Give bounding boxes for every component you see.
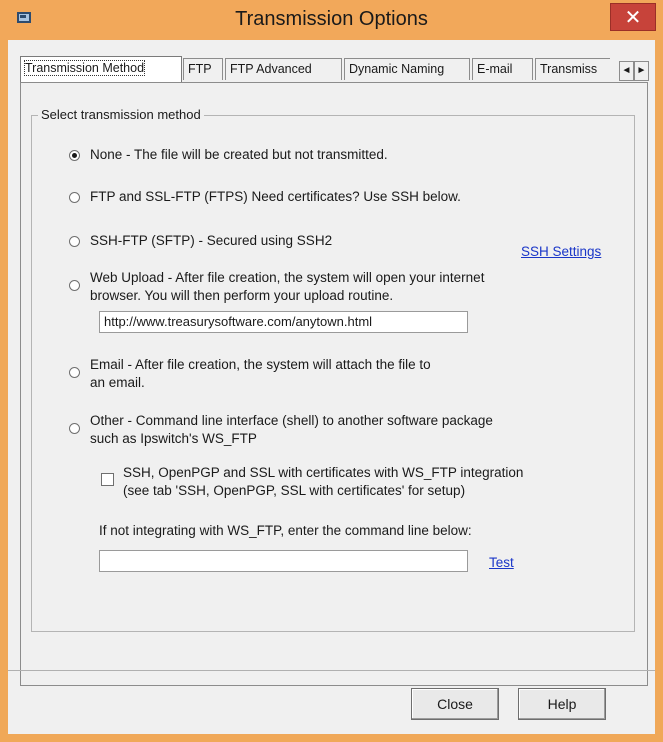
option-email[interactable]: Email - After file creation, the system … bbox=[69, 356, 431, 392]
radio-web-upload[interactable] bbox=[69, 280, 80, 291]
option-web-upload[interactable]: Web Upload - After file creation, the sy… bbox=[69, 269, 484, 305]
transmission-options-window: Transmission Options ✕ Transmission Meth… bbox=[0, 0, 663, 742]
option-other-label: Other - Command line interface (shell) t… bbox=[90, 413, 493, 446]
web-upload-url-input[interactable]: http://www.treasurysoftware.com/anytown.… bbox=[99, 311, 468, 333]
option-ftp[interactable]: FTP and SSL-FTP (FTPS) Need certificates… bbox=[69, 188, 461, 206]
radio-ftp[interactable] bbox=[69, 192, 80, 203]
window-title: Transmission Options bbox=[235, 8, 428, 30]
tab-dynamic-naming[interactable]: Dynamic Naming bbox=[344, 58, 470, 80]
option-sftp[interactable]: SSH-FTP (SFTP) - Secured using SSH2 bbox=[69, 232, 332, 250]
tab-email[interactable]: E-mail bbox=[472, 58, 533, 80]
tab-transmission-method[interactable]: Transmission Method bbox=[20, 56, 182, 82]
radio-other[interactable] bbox=[69, 423, 80, 434]
option-sftp-label: SSH-FTP (SFTP) - Secured using SSH2 bbox=[90, 233, 333, 248]
test-link[interactable]: Test bbox=[489, 555, 514, 570]
radio-sftp[interactable] bbox=[69, 236, 80, 247]
tab-strip: Transmission Method FTP FTP Advanced Dyn… bbox=[20, 56, 610, 82]
radio-none[interactable] bbox=[69, 150, 80, 161]
close-button[interactable]: Close bbox=[411, 688, 499, 720]
command-line-input[interactable] bbox=[99, 550, 468, 572]
tab-ftp-advanced[interactable]: FTP Advanced bbox=[225, 58, 342, 80]
tab-scroll-left-icon[interactable]: ◄ bbox=[619, 61, 634, 81]
tab-scroll-right-icon[interactable]: ► bbox=[634, 61, 649, 81]
option-none[interactable]: None - The file will be created but not … bbox=[69, 146, 388, 164]
option-ftp-label: FTP and SSL-FTP (FTPS) Need certificates… bbox=[90, 189, 461, 204]
option-other[interactable]: Other - Command line interface (shell) t… bbox=[69, 412, 493, 448]
option-web-upload-label: Web Upload - After file creation, the sy… bbox=[90, 270, 485, 303]
tab-transmission-overflow[interactable]: Transmiss bbox=[535, 58, 610, 80]
radio-email[interactable] bbox=[69, 367, 80, 378]
tab-ftp[interactable]: FTP bbox=[183, 58, 223, 80]
tab-scroll-buttons: ◄ ► bbox=[619, 61, 649, 81]
command-line-label: If not integrating with WS_FTP, enter th… bbox=[99, 523, 472, 538]
option-none-label: None - The file will be created but not … bbox=[90, 147, 388, 162]
ws-ftp-integration-label: SSH, OpenPGP and SSL with certificates w… bbox=[123, 465, 524, 498]
close-window-button[interactable]: ✕ bbox=[610, 3, 656, 31]
footer-separator bbox=[8, 670, 655, 671]
title-bar[interactable]: Transmission Options ✕ bbox=[0, 0, 663, 40]
ws-ftp-integration-checkbox[interactable] bbox=[101, 473, 114, 486]
option-email-label: Email - After file creation, the system … bbox=[90, 357, 431, 390]
help-button[interactable]: Help bbox=[518, 688, 606, 720]
groupbox-legend: Select transmission method bbox=[38, 107, 204, 122]
ssh-settings-link[interactable]: SSH Settings bbox=[521, 244, 601, 259]
